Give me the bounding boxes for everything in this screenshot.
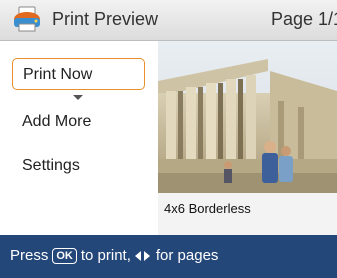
page-title: Print Preview	[52, 9, 159, 29]
title-bar: Print Preview Page 1/1	[0, 0, 337, 41]
menu-item-print-now[interactable]: Print Now	[12, 58, 145, 90]
menu-item-settings[interactable]: Settings	[12, 150, 145, 182]
page-indicator: Page 1/1	[271, 9, 337, 29]
menu: Print Now Add More Settings	[0, 41, 158, 235]
ok-key-icon: OK	[52, 247, 77, 264]
status-bar: Press OK to print, for pages	[0, 235, 337, 278]
hint-prefix: Press	[10, 247, 49, 264]
printer-icon	[12, 6, 42, 32]
print-preview: 4x6 Borderless	[158, 41, 337, 235]
menu-item-add-more[interactable]: Add More	[12, 106, 145, 138]
hint-text: Press OK to print, for pages	[10, 247, 218, 264]
down-arrow-icon	[73, 95, 83, 100]
hint-middle: to print,	[80, 247, 131, 264]
hint-suffix: for pages	[155, 247, 219, 264]
main-area: Print Now Add More Settings 4x6 Borderle…	[0, 41, 337, 235]
left-right-arrows-icon	[134, 250, 150, 261]
layout-caption: 4x6 Borderless	[164, 201, 251, 216]
photo-thumbnail	[158, 41, 337, 193]
